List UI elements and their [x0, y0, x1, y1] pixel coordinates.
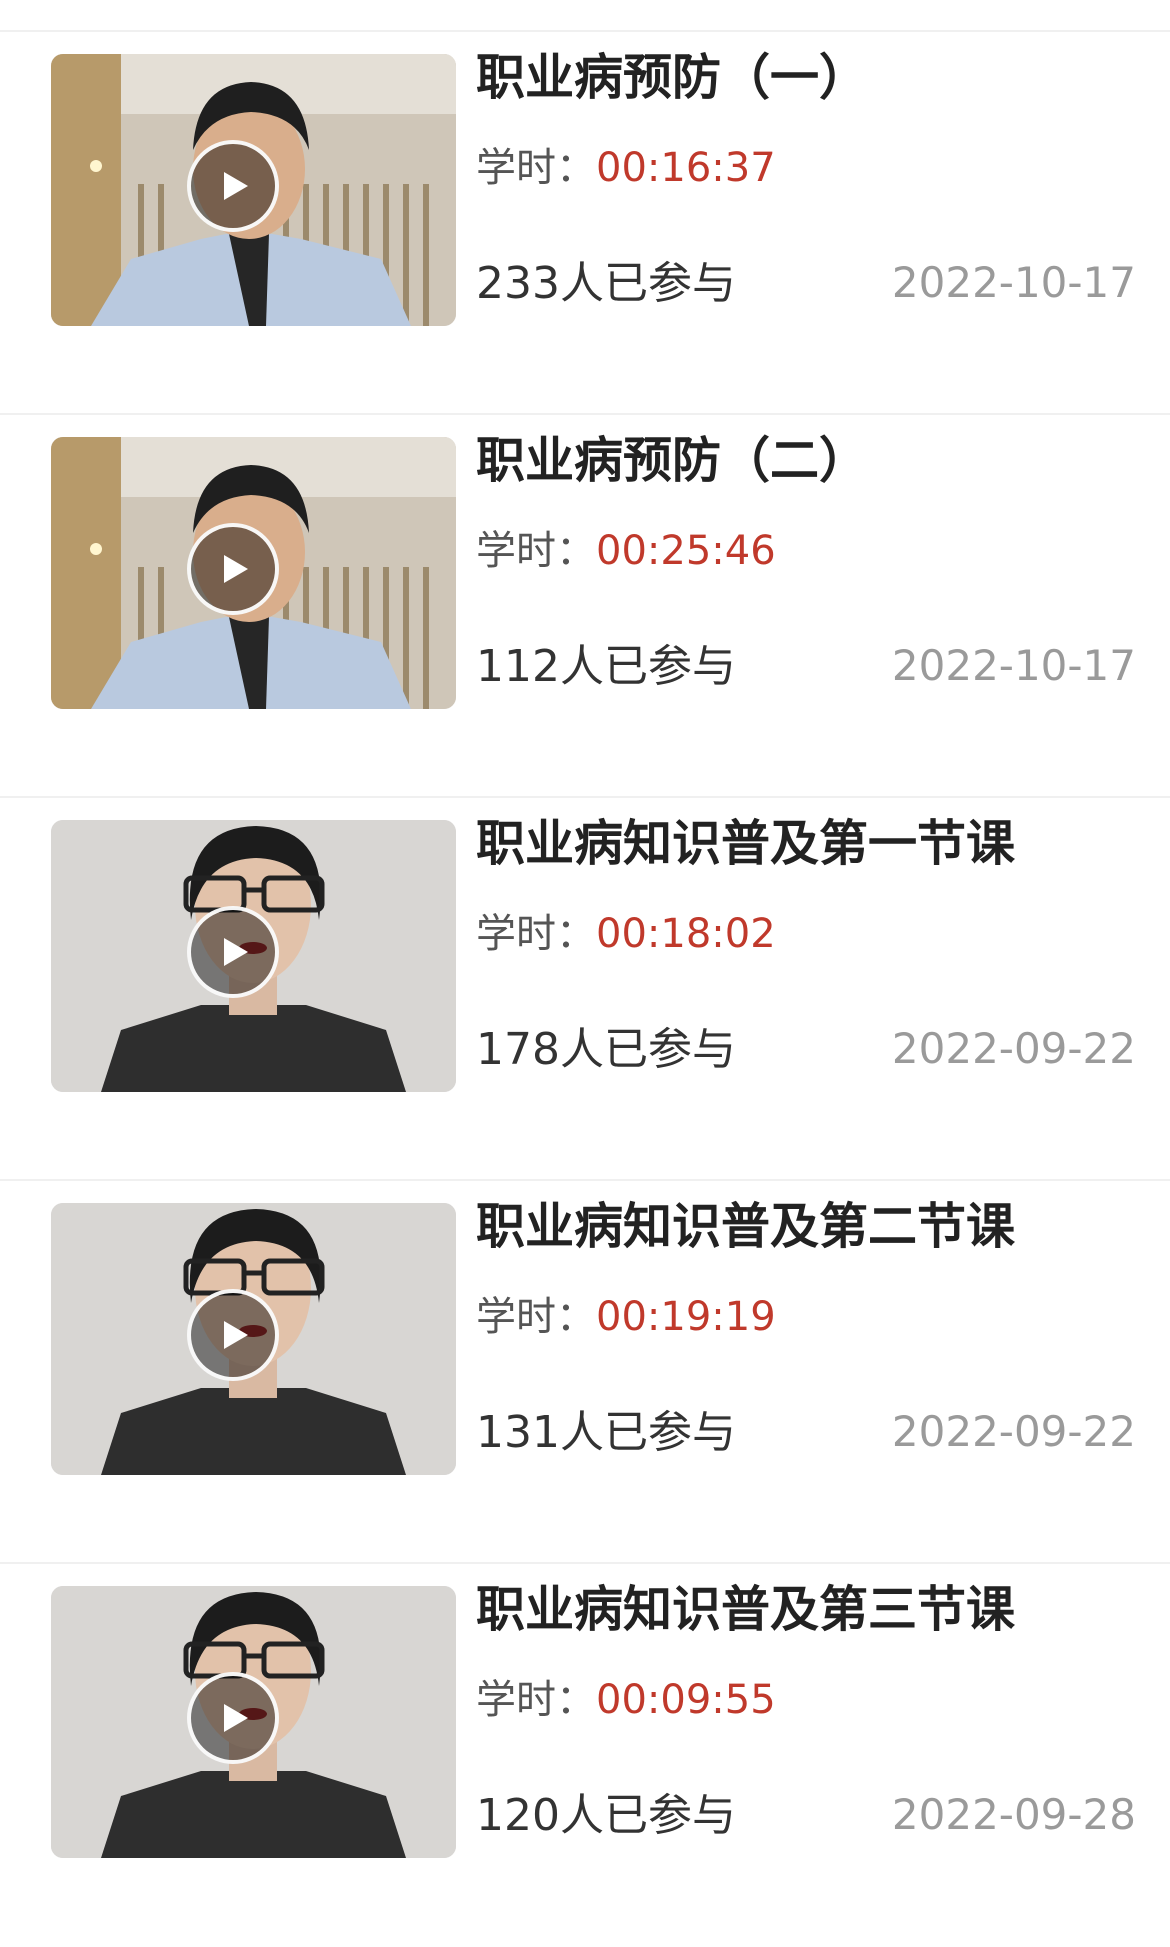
- course-title[interactable]: 职业病知识普及第二节课: [476, 1193, 1015, 1262]
- course-hours: 学时：00:25:46: [476, 527, 776, 575]
- hours-label: 学时：: [476, 1677, 596, 1723]
- participants-count: 233人已参与: [476, 258, 736, 309]
- course-hours: 学时：00:16:37: [476, 144, 776, 192]
- course-title[interactable]: 职业病知识普及第三节课: [476, 1576, 1015, 1645]
- course-title[interactable]: 职业病预防（一）: [476, 44, 868, 113]
- hours-label: 学时：: [476, 911, 596, 957]
- hours-value: 00:09:55: [596, 1677, 776, 1723]
- play-icon: [224, 1704, 248, 1732]
- course-title[interactable]: 职业病知识普及第一节课: [476, 810, 1015, 879]
- course-thumbnail[interactable]: [51, 1586, 456, 1858]
- course-list: 职业病预防（一） 学时：00:16:37 233人已参与 2022-10-17: [0, 32, 1170, 1947]
- hours-value: 00:18:02: [596, 911, 776, 957]
- course-hours: 学时：00:09:55: [476, 1676, 776, 1724]
- hours-label: 学时：: [476, 528, 596, 574]
- course-date: 2022-09-22: [891, 1024, 1136, 1073]
- course-date: 2022-10-17: [891, 641, 1136, 690]
- course-thumbnail[interactable]: [51, 820, 456, 1092]
- participants-count: 120人已参与: [476, 1790, 736, 1841]
- participants-count: 112人已参与: [476, 641, 736, 692]
- course-item[interactable]: 职业病知识普及第三节课 学时：00:09:55 120人已参与 2022-09-…: [0, 1564, 1170, 1947]
- play-button[interactable]: [187, 140, 279, 232]
- course-hours: 学时：00:18:02: [476, 910, 776, 958]
- course-item[interactable]: 职业病知识普及第一节课 学时：00:18:02 178人已参与 2022-09-…: [0, 798, 1170, 1181]
- hours-value: 00:19:19: [596, 1294, 776, 1340]
- course-hours: 学时：00:19:19: [476, 1293, 776, 1341]
- course-date: 2022-09-22: [891, 1407, 1136, 1456]
- course-thumbnail[interactable]: [51, 1203, 456, 1475]
- course-date: 2022-09-28: [891, 1790, 1136, 1839]
- hours-label: 学时：: [476, 1294, 596, 1340]
- play-icon: [224, 555, 248, 583]
- course-item[interactable]: 职业病知识普及第二节课 学时：00:19:19 131人已参与 2022-09-…: [0, 1181, 1170, 1564]
- participants-count: 178人已参与: [476, 1024, 736, 1075]
- course-date: 2022-10-17: [891, 258, 1136, 307]
- course-item[interactable]: 职业病预防（二） 学时：00:25:46 112人已参与 2022-10-17: [0, 415, 1170, 798]
- play-button[interactable]: [187, 1672, 279, 1764]
- hours-value: 00:16:37: [596, 145, 776, 191]
- course-title[interactable]: 职业病预防（二）: [476, 427, 868, 496]
- hours-value: 00:25:46: [596, 528, 776, 574]
- course-item[interactable]: 职业病预防（一） 学时：00:16:37 233人已参与 2022-10-17: [0, 32, 1170, 415]
- play-icon: [224, 1321, 248, 1349]
- course-thumbnail[interactable]: [51, 54, 456, 326]
- participants-count: 131人已参与: [476, 1407, 736, 1458]
- course-thumbnail[interactable]: [51, 437, 456, 709]
- play-icon: [224, 172, 248, 200]
- play-button[interactable]: [187, 523, 279, 615]
- play-button[interactable]: [187, 906, 279, 998]
- play-button[interactable]: [187, 1289, 279, 1381]
- hours-label: 学时：: [476, 145, 596, 191]
- play-icon: [224, 938, 248, 966]
